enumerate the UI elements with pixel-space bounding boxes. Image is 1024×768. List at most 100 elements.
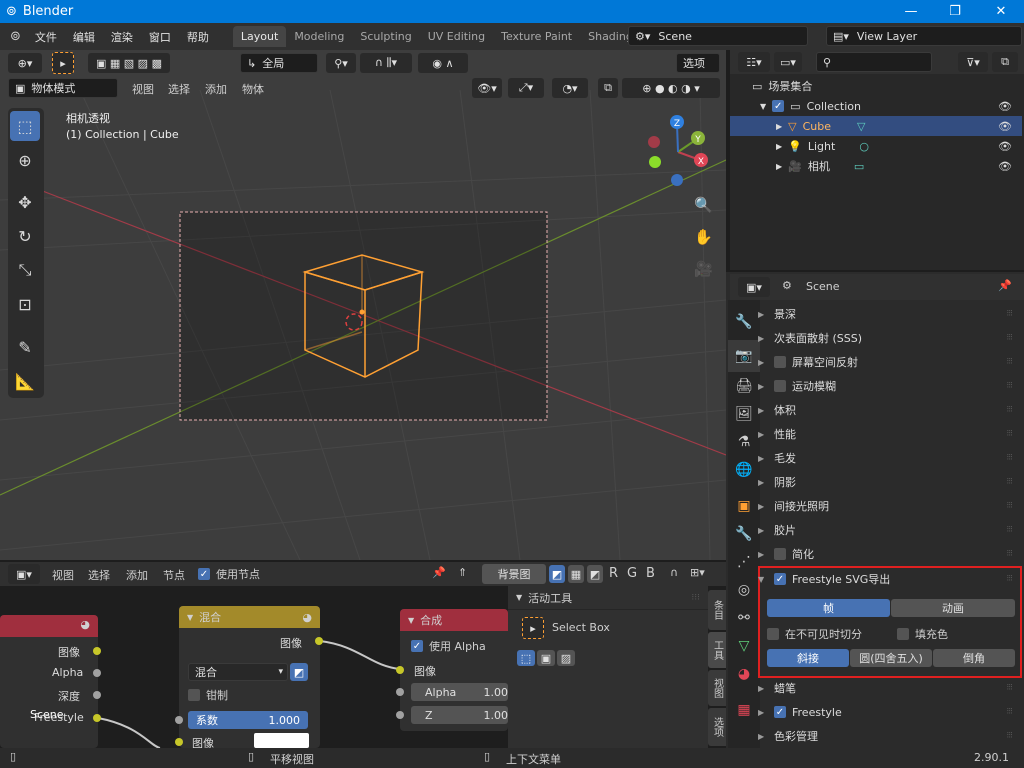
- drag-grip-icon[interactable]: ⁝⁝⁝: [1006, 309, 1013, 319]
- channel-g[interactable]: G: [627, 566, 637, 581]
- new-collection-icon[interactable]: ⧉: [992, 52, 1018, 72]
- use-nodes-checkbox[interactable]: ✓: [198, 568, 210, 580]
- fill-contours-option[interactable]: 填充色: [897, 626, 948, 642]
- annotate-tool-icon[interactable]: ✎: [10, 332, 40, 362]
- alpha-value-field[interactable]: Alpha 1.00: [411, 683, 508, 701]
- use-nodes-toggle[interactable]: ✓ 使用节点: [198, 566, 260, 582]
- scene-selector[interactable]: ⚙▾ Scene: [628, 26, 808, 46]
- navigation-gizmo[interactable]: X Y Z: [640, 112, 720, 192]
- pin-icon[interactable]: 📌: [998, 279, 1012, 292]
- drag-grip-icon[interactable]: ⁝⁝⁝: [1006, 731, 1013, 741]
- menu-window[interactable]: 窗口: [141, 29, 179, 45]
- alpha-output-socket[interactable]: [93, 669, 101, 677]
- factor-input-socket[interactable]: [175, 716, 183, 724]
- panel-checkbox[interactable]: ✓: [774, 573, 786, 585]
- select-box-tool-icon[interactable]: ▸: [522, 617, 544, 639]
- outliner-row-cube[interactable]: ▶ ▽ Cube ▽ 👁: [730, 116, 1022, 136]
- pin-icon[interactable]: 📌: [432, 566, 446, 579]
- eye-icon[interactable]: 👁: [998, 160, 1012, 173]
- gizmo-toggle-icon[interactable]: ⤢▾: [508, 78, 544, 98]
- menu-edit[interactable]: 编辑: [65, 29, 103, 45]
- eye-icon[interactable]: 👁: [998, 100, 1012, 113]
- panel-indirect-lighting[interactable]: ▶ 间接光照明 ⁝⁝⁝: [758, 494, 1020, 518]
- channel-b[interactable]: B: [646, 566, 655, 581]
- expand-arrow-icon[interactable]: ▶: [776, 162, 782, 171]
- split-invisible-checkbox[interactable]: [767, 628, 779, 640]
- freestyle-output-socket[interactable]: [93, 714, 101, 722]
- outliner-row-light[interactable]: ▶ 💡 Light ○ 👁: [730, 136, 1022, 156]
- options-dropdown[interactable]: 选项: [676, 53, 720, 73]
- drag-grip-icon[interactable]: ⁝⁝⁝: [1006, 477, 1013, 487]
- shading-mode-icons[interactable]: ⊕ ● ◐ ◑ ▾: [622, 78, 720, 98]
- expand-arrow-icon[interactable]: ▶: [776, 142, 782, 151]
- scale-tool-icon[interactable]: ⤡: [10, 255, 40, 285]
- select-mode-subtract-icon[interactable]: ▨: [557, 650, 575, 666]
- node-preview-icon[interactable]: ◕: [80, 618, 90, 631]
- mix-output-socket[interactable]: [315, 637, 323, 645]
- snap-icon[interactable]: ∩: [670, 566, 678, 579]
- composite-image-socket[interactable]: [396, 666, 404, 674]
- drag-grip-icon[interactable]: ⁝⁝⁝: [1006, 525, 1013, 535]
- outliner-editor-type[interactable]: ☷▾: [738, 52, 770, 72]
- drag-grip-icon[interactable]: ⁝⁝⁝: [1006, 357, 1013, 367]
- drag-grip-icon[interactable]: ⁝⁝⁝: [1006, 501, 1013, 511]
- menu-view[interactable]: 视图: [132, 81, 154, 97]
- visibility-icon[interactable]: 👁▾: [472, 78, 502, 98]
- render-layers-node[interactable]: ◕: [0, 615, 98, 748]
- drag-grip-icon[interactable]: ⁝⁝⁝: [1006, 453, 1013, 463]
- panel-ssr[interactable]: ▶ 屏幕空间反射 ⁝⁝⁝: [758, 350, 1020, 374]
- snap-target-icon[interactable]: ⊞▾: [690, 566, 705, 579]
- panel-checkbox[interactable]: ✓: [774, 706, 786, 718]
- drag-grip-icon[interactable]: ⁝⁝⁝: [1006, 549, 1013, 559]
- drag-grip-icon[interactable]: ⁝⁝⁝: [1006, 683, 1013, 693]
- use-alpha-icon[interactable]: ◩: [290, 663, 308, 681]
- outliner-scene-collection[interactable]: ▭ 场景集合: [730, 76, 1022, 96]
- maximize-button[interactable]: ❐: [932, 0, 978, 23]
- collapse-arrow-icon[interactable]: ▼: [408, 616, 414, 625]
- eye-icon[interactable]: 👁: [998, 140, 1012, 153]
- node-preview-icon[interactable]: ◕: [302, 611, 312, 624]
- expand-arrow-icon[interactable]: ▼: [760, 102, 766, 111]
- editor-type-button[interactable]: ⊕▾: [8, 53, 42, 73]
- world-tab-icon[interactable]: 🌐: [728, 454, 760, 486]
- camera-view-icon[interactable]: 🎥: [694, 260, 713, 278]
- render-tab-icon[interactable]: 📷: [728, 340, 760, 372]
- select-mode-icons[interactable]: ▣ ▦ ▧ ▨ ▩: [88, 53, 170, 73]
- fill-contours-checkbox[interactable]: [897, 628, 909, 640]
- select-tool-icon[interactable]: ▸: [52, 52, 74, 74]
- node-menu-add[interactable]: 添加: [126, 567, 148, 583]
- checkbox-icon[interactable]: ✓: [772, 100, 785, 112]
- line-join-miter-button[interactable]: 斜接: [767, 649, 849, 667]
- factor-slider[interactable]: 系数 1.000: [188, 711, 308, 729]
- filter-icon[interactable]: ⊽▾: [958, 52, 988, 72]
- panel-shadows[interactable]: ▶ 阴影 ⁝⁝⁝: [758, 470, 1020, 494]
- properties-editor-type[interactable]: ▣▾: [738, 277, 770, 297]
- tab-modeling[interactable]: Modeling: [286, 26, 352, 47]
- proportional-edit-icon[interactable]: ◉ ∧: [418, 53, 468, 73]
- backdrop-toggle[interactable]: 背景图: [482, 564, 546, 584]
- node-editor-type[interactable]: ▣▾: [8, 564, 40, 584]
- line-join-bevel-button[interactable]: 倒角: [933, 649, 1015, 667]
- blender-menu-icon[interactable]: ⊚: [10, 29, 21, 44]
- image-input-socket[interactable]: [175, 738, 183, 746]
- panel-freestyle[interactable]: ▶ ✓ Freestyle ⁝⁝⁝: [758, 700, 1020, 724]
- composite-alpha-socket[interactable]: [396, 688, 404, 696]
- overlay-toggle-icon[interactable]: ◔▾: [552, 78, 588, 98]
- menu-object[interactable]: 物体: [242, 81, 264, 97]
- tab-layout[interactable]: Layout: [232, 26, 287, 47]
- menu-help[interactable]: 帮助: [179, 29, 217, 45]
- panel-freestyle-svg-export[interactable]: ▼ ✓ Freestyle SVG导出 ⁝⁝⁝: [758, 567, 1020, 591]
- clamp-checkbox[interactable]: [188, 689, 200, 701]
- zoom-icon[interactable]: 🔍: [694, 196, 713, 214]
- menu-add[interactable]: 添加: [205, 81, 227, 97]
- material-tab-icon[interactable]: ◕: [728, 658, 760, 690]
- panel-motion-blur[interactable]: ▶ 运动模糊 ⁝⁝⁝: [758, 374, 1020, 398]
- outliner-row-camera[interactable]: ▶ 🎥 相机 ▭ 👁: [730, 156, 1022, 176]
- outliner-search-input[interactable]: ⚲: [816, 52, 932, 72]
- svg-mode-frame-button[interactable]: 帧: [767, 599, 890, 617]
- use-alpha-option[interactable]: ✓ 使用 Alpha: [411, 638, 486, 654]
- svg-mode-animation-button[interactable]: 动画: [891, 599, 1015, 617]
- drag-grip-icon[interactable]: ⁝⁝⁝: [1006, 381, 1013, 391]
- measure-tool-icon[interactable]: 📐: [10, 366, 40, 396]
- collapse-arrow-icon[interactable]: ▼: [516, 593, 522, 602]
